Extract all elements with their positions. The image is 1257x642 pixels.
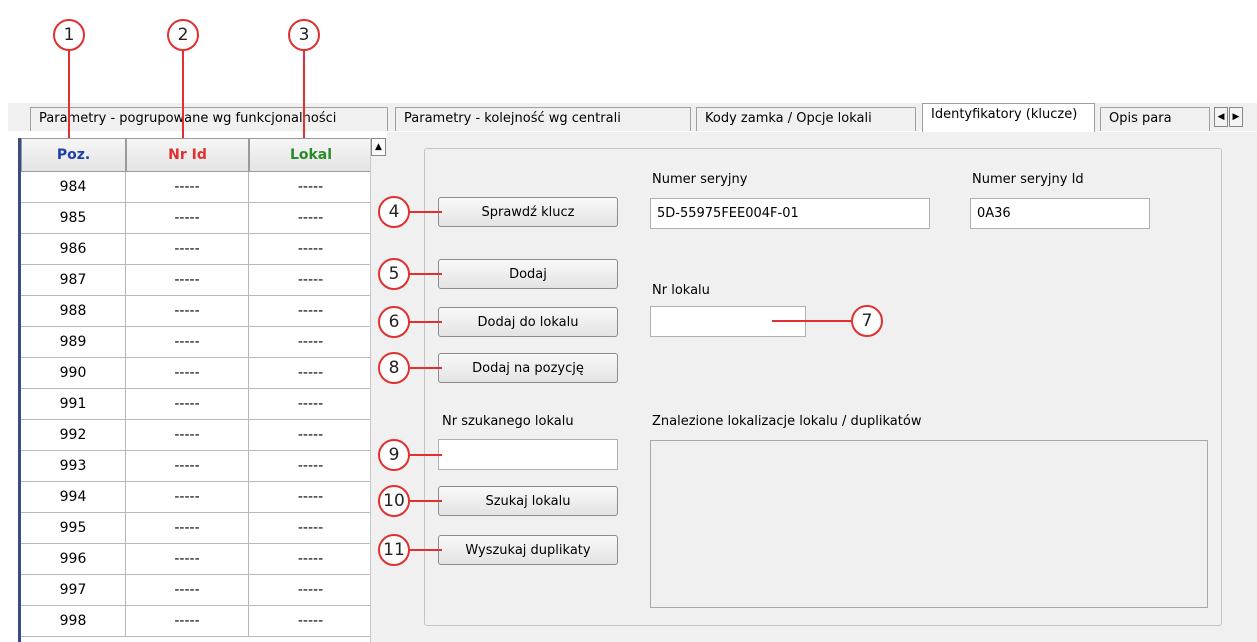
callout-1: 1 [53, 19, 85, 51]
search-unit-field[interactable] [438, 439, 618, 470]
table-row[interactable]: 994 ----- ----- [21, 482, 373, 513]
unit-number-label: Nr lokalu [652, 283, 710, 298]
cell-poz: 990 [21, 358, 126, 389]
cell-poz: 985 [21, 203, 126, 234]
callout-9: 9 [378, 439, 410, 471]
tab-scroll-right-icon[interactable]: ▶ [1229, 107, 1243, 127]
cell-lokal: ----- [249, 389, 373, 420]
table-row[interactable]: 997 ----- ----- [21, 575, 373, 606]
scroll-up-icon[interactable]: ▲ [371, 138, 386, 156]
keys-table: Poz. Nr Id Lokal 984 ----- ----- 985 ----- --… [18, 138, 373, 642]
cell-nr-id: ----- [126, 420, 249, 451]
tab-parameters-grouped[interactable]: Parametry - pogrupowane wg funkcjonalnoś… [30, 107, 388, 131]
cell-lokal: ----- [249, 482, 373, 513]
check-key-button[interactable]: Sprawdź klucz [438, 197, 618, 227]
cell-lokal: ----- [249, 420, 373, 451]
search-unit-button[interactable]: Szukaj lokalu [438, 486, 618, 516]
cell-nr-id: ----- [126, 451, 249, 482]
serial-number-field[interactable] [650, 198, 930, 229]
cell-nr-id: ----- [126, 389, 249, 420]
cell-nr-id: ----- [126, 513, 249, 544]
cell-lokal: ----- [249, 575, 373, 606]
cell-nr-id: ----- [126, 172, 249, 203]
cell-poz: 993 [21, 451, 126, 482]
found-locations-list[interactable] [650, 440, 1208, 608]
cell-lokal: ----- [249, 544, 373, 575]
add-button[interactable]: Dodaj [438, 259, 618, 289]
callout-6: 6 [378, 306, 410, 338]
tab-lock-codes[interactable]: Kody zamka / Opcje lokali [696, 107, 916, 131]
cell-lokal: ----- [249, 172, 373, 203]
cell-nr-id: ----- [126, 482, 249, 513]
cell-poz: 994 [21, 482, 126, 513]
cell-nr-id: ----- [126, 544, 249, 575]
callout-11: 11 [378, 534, 410, 566]
tab-scroll-left-icon[interactable]: ◀ [1214, 107, 1228, 127]
callout-5: 5 [378, 258, 410, 290]
cell-poz: 987 [21, 265, 126, 296]
cell-lokal: ----- [249, 234, 373, 265]
cell-poz: 988 [21, 296, 126, 327]
cell-poz: 998 [21, 606, 126, 637]
table-row[interactable]: 989 ----- ----- [21, 327, 373, 358]
cell-poz: 992 [21, 420, 126, 451]
table-row[interactable]: 996 ----- ----- [21, 544, 373, 575]
callout-4: 4 [378, 196, 410, 228]
cell-nr-id: ----- [126, 606, 249, 637]
serial-number-label: Numer seryjny [652, 172, 748, 187]
found-locations-label: Znalezione lokalizacje lokalu / duplikat… [652, 414, 922, 429]
callout-2: 2 [167, 19, 199, 51]
cell-nr-id: ----- [126, 575, 249, 606]
cell-lokal: ----- [249, 203, 373, 234]
callout-7: 7 [851, 305, 883, 337]
table-row[interactable]: 993 ----- ----- [21, 451, 373, 482]
table-row[interactable]: 990 ----- ----- [21, 358, 373, 389]
find-duplicates-button[interactable]: Wyszukaj duplikaty [438, 535, 618, 565]
cell-poz: 984 [21, 172, 126, 203]
cell-lokal: ----- [249, 265, 373, 296]
cell-poz: 986 [21, 234, 126, 265]
callout-10: 10 [378, 485, 410, 517]
cell-poz: 989 [21, 327, 126, 358]
table-row[interactable]: 985 ----- ----- [21, 203, 373, 234]
callout-3: 3 [288, 19, 320, 51]
cell-lokal: ----- [249, 606, 373, 637]
add-at-position-button[interactable]: Dodaj na pozycję [438, 353, 618, 383]
table-row[interactable]: 995 ----- ----- [21, 513, 373, 544]
cell-lokal: ----- [249, 513, 373, 544]
column-header-poz[interactable]: Poz. [21, 138, 126, 172]
table-row[interactable]: 987 ----- ----- [21, 265, 373, 296]
cell-poz: 991 [21, 389, 126, 420]
cell-nr-id: ----- [126, 203, 249, 234]
table-row[interactable]: 998 ----- ----- [21, 606, 373, 637]
table-row[interactable]: 984 ----- ----- [21, 172, 373, 203]
cell-nr-id: ----- [126, 296, 249, 327]
serial-id-label: Numer seryjny Id [972, 172, 1084, 187]
cell-nr-id: ----- [126, 358, 249, 389]
tab-parameters-order[interactable]: Parametry - kolejność wg centrali [395, 107, 691, 131]
table-row[interactable]: 988 ----- ----- [21, 296, 373, 327]
table-row[interactable]: 992 ----- ----- [21, 420, 373, 451]
tab-parameter-description[interactable]: Opis para [1100, 107, 1210, 131]
cell-nr-id: ----- [126, 234, 249, 265]
cell-nr-id: ----- [126, 327, 249, 358]
cell-lokal: ----- [249, 451, 373, 482]
add-to-unit-button[interactable]: Dodaj do lokalu [438, 307, 618, 337]
search-unit-label: Nr szukanego lokalu [442, 414, 574, 429]
table-row[interactable]: 991 ----- ----- [21, 389, 373, 420]
callout-8: 8 [378, 352, 410, 384]
cell-nr-id: ----- [126, 265, 249, 296]
serial-id-field[interactable] [970, 198, 1150, 229]
column-header-lokal[interactable]: Lokal [249, 138, 373, 172]
cell-lokal: ----- [249, 296, 373, 327]
column-header-nr-id[interactable]: Nr Id [126, 138, 249, 172]
cell-lokal: ----- [249, 358, 373, 389]
cell-poz: 996 [21, 544, 126, 575]
cell-poz: 995 [21, 513, 126, 544]
table-row[interactable]: 986 ----- ----- [21, 234, 373, 265]
tab-identifiers[interactable]: Identyfikatory (klucze) [922, 103, 1095, 132]
cell-poz: 997 [21, 575, 126, 606]
cell-lokal: ----- [249, 327, 373, 358]
